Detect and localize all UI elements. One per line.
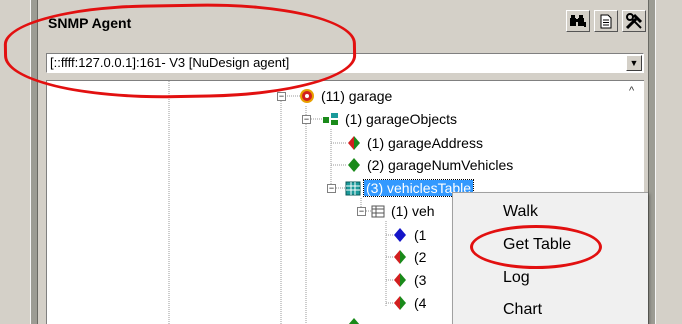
tree-node-label: (4	[414, 295, 427, 311]
module-icon	[300, 89, 314, 103]
table-icon	[345, 181, 361, 195]
tree-node-label: (1) garageAddress	[367, 135, 483, 151]
tree-node-column-4[interactable]: (4	[393, 294, 428, 312]
tools-button[interactable]	[622, 10, 646, 32]
tree-node-label: (3	[414, 272, 427, 288]
agent-select[interactable]: [::ffff:127.0.0.1]:161- V3 [NuDesign age…	[46, 53, 644, 73]
leaf-read-write-icon	[348, 136, 360, 150]
properties-button[interactable]	[594, 10, 618, 32]
menu-item-get-table[interactable]: Get Table	[503, 236, 571, 254]
leaf-read-write-icon	[394, 296, 406, 310]
document-icon	[600, 14, 612, 28]
leaf-partial-icon	[348, 318, 360, 324]
object-group-icon	[323, 113, 338, 125]
tree-node-garage[interactable]: (11) garage	[299, 87, 394, 105]
agent-select-value: [::ffff:127.0.0.1]:161- V3 [NuDesign age…	[50, 55, 290, 70]
menu-item-chart[interactable]: Chart	[503, 301, 542, 319]
tools-icon	[625, 12, 643, 29]
tree-node-label: (1) veh	[391, 203, 435, 219]
chevron-down-icon: ▼	[629, 58, 639, 68]
find-button[interactable]	[566, 10, 590, 32]
panel-title: SNMP Agent	[48, 15, 132, 31]
collapse-garage-objects-toggle[interactable]: −	[302, 115, 311, 124]
menu-item-log[interactable]: Log	[503, 269, 530, 287]
leaf-index-icon	[394, 228, 406, 242]
menu-item-walk[interactable]: Walk	[503, 203, 538, 221]
tree-node-garage-address[interactable]: (1) garageAddress	[347, 134, 485, 152]
window-frame-left	[0, 0, 38, 324]
tree-node-label: (1	[414, 227, 427, 243]
context-menu: Walk Get Table Log Chart	[452, 192, 648, 324]
leaf-read-write-icon	[394, 273, 406, 287]
collapse-garage-toggle[interactable]: −	[277, 92, 286, 101]
tree-node-label: (2	[414, 249, 427, 265]
window-frame-right	[648, 0, 682, 324]
tree-node-column-2[interactable]: (2	[393, 248, 428, 266]
tree-node-vehicles-entry[interactable]: (1) veh	[371, 202, 437, 220]
collapse-vehicles-table-toggle[interactable]: −	[327, 184, 336, 193]
leaf-read-write-icon	[394, 250, 406, 264]
leaf-read-only-icon	[348, 158, 360, 172]
tree-node-garage-num-vehicles[interactable]: (2) garageNumVehicles	[347, 156, 515, 174]
tree-node-garage-objects[interactable]: (1) garageObjects	[322, 110, 459, 128]
tree-node-column-1[interactable]: (1	[393, 226, 428, 244]
tree-node-label: (11) garage	[321, 88, 393, 104]
tree-node-column-3[interactable]: (3	[393, 271, 428, 289]
tree-node-label: (1) garageObjects	[345, 111, 458, 127]
agent-select-dropdown-button[interactable]: ▼	[626, 55, 642, 71]
tree-node-label: (2) garageNumVehicles	[367, 157, 514, 173]
table-entry-icon	[371, 205, 385, 217]
collapse-vehicles-entry-toggle[interactable]: −	[357, 207, 366, 216]
scroll-up-arrow-icon[interactable]: ^	[629, 85, 634, 97]
binoculars-icon	[570, 15, 586, 27]
